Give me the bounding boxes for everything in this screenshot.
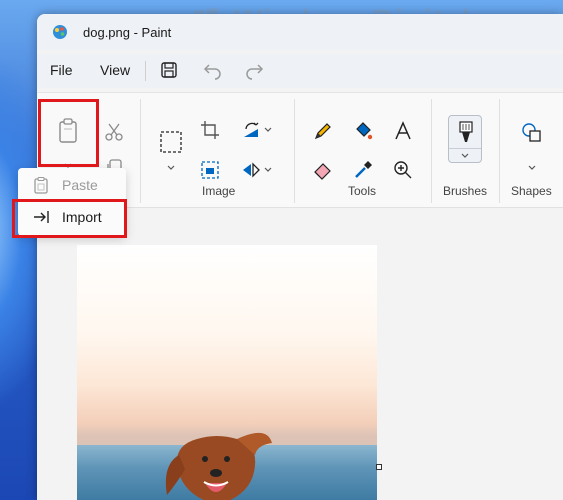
paint-window: dog.png - Paint File View Image Tools Br… [37, 14, 563, 500]
text-tool-icon[interactable] [392, 120, 414, 142]
group-label-brushes: Brushes [443, 184, 488, 198]
canvas-area [37, 209, 563, 500]
group-separator [499, 99, 500, 203]
annotation-highlight-paste-button [38, 99, 99, 167]
menu-divider [145, 61, 146, 81]
group-label-shapes: Shapes [511, 184, 552, 198]
menu-bar: File View [37, 54, 563, 88]
title-bar: dog.png - Paint [37, 14, 563, 50]
cut-scissors-icon[interactable] [103, 121, 125, 143]
chevron-down-icon[interactable] [527, 163, 537, 173]
save-icon[interactable] [158, 59, 180, 81]
paste-label: Paste [62, 177, 98, 193]
undo-icon[interactable] [202, 59, 224, 81]
redo-icon[interactable] [243, 59, 265, 81]
chevron-down-icon[interactable] [263, 125, 273, 135]
brush-split-divider [449, 148, 481, 149]
eraser-icon[interactable] [312, 159, 334, 181]
paint-app-icon [53, 25, 67, 39]
menu-item-paste[interactable]: Paste [18, 170, 126, 200]
menu-view[interactable]: View [100, 62, 130, 78]
brushes-button[interactable] [448, 115, 482, 163]
window-title: dog.png - Paint [83, 25, 172, 40]
resize-image-icon[interactable] [199, 159, 221, 181]
chevron-down-icon[interactable] [263, 165, 273, 175]
flip-icon[interactable] [240, 159, 262, 181]
group-separator [431, 99, 432, 203]
group-separator [140, 99, 141, 203]
fill-bucket-icon[interactable] [352, 120, 374, 142]
group-label-image: Image [202, 184, 236, 198]
brush-icon [459, 121, 473, 142]
annotation-highlight-import [12, 199, 127, 238]
canvas-photo-dog [165, 432, 272, 500]
rotate-icon[interactable] [240, 119, 262, 141]
select-rectangle-icon[interactable] [158, 129, 184, 155]
pencil-icon[interactable] [312, 120, 334, 142]
crop-icon[interactable] [199, 119, 221, 141]
clipboard-icon [34, 176, 48, 194]
group-separator [294, 99, 295, 203]
menu-file[interactable]: File [50, 62, 73, 78]
group-label-tools: Tools [348, 184, 377, 198]
chevron-down-icon[interactable] [166, 163, 176, 173]
color-picker-icon[interactable] [352, 159, 374, 181]
shapes-icon[interactable] [520, 121, 544, 145]
image-canvas[interactable] [77, 245, 377, 500]
canvas-resize-handle[interactable] [376, 464, 382, 470]
chevron-down-icon[interactable] [460, 151, 470, 161]
magnifier-icon[interactable] [392, 159, 414, 181]
